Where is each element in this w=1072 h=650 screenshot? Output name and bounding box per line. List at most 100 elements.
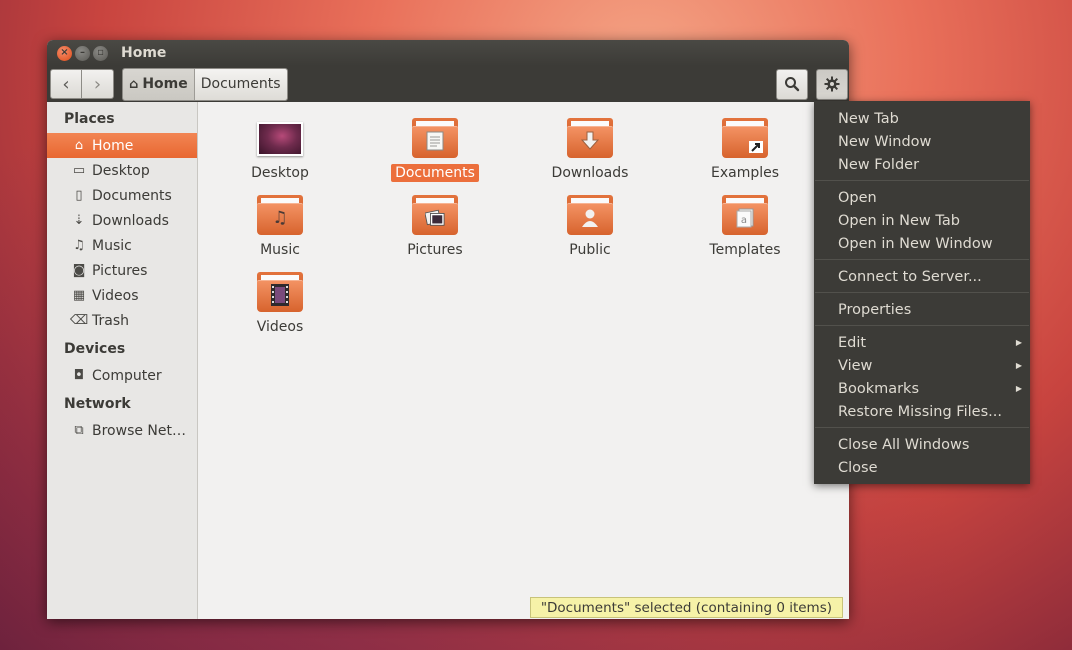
menu-item-label: Connect to Server... [838, 268, 982, 285]
folder-icon: a [722, 195, 768, 235]
file-name: Templates [709, 242, 781, 258]
window-minimize-button[interactable]: – [75, 45, 90, 61]
submenu-arrow-icon: ▶ [1015, 384, 1022, 393]
breadcrumb-home[interactable]: ⌂ Home [123, 68, 195, 100]
menu-item-label: Close [838, 459, 878, 476]
settings-menu: New Tab New Window New Folder Open Open … [814, 101, 1030, 484]
sidebar-section-places: Places [64, 111, 115, 127]
sidebar-item-label: Music [92, 237, 132, 254]
folder-icon [722, 118, 768, 158]
folder-icon [412, 118, 458, 158]
title-bar: × – ▫ Home [47, 40, 849, 66]
file-item-documents[interactable]: Documents [375, 118, 495, 182]
menu-item-label: Close All Windows [838, 436, 970, 453]
window-close-button[interactable]: × [57, 45, 72, 61]
file-item-templates[interactable]: a Templates [685, 195, 805, 259]
menu-item-label: View [838, 357, 873, 374]
menu-item-view[interactable]: View ▶ [814, 354, 1030, 377]
menu-item-open-in-new-tab[interactable]: Open in New Tab [814, 209, 1030, 232]
breadcrumb-documents[interactable]: Documents [194, 68, 287, 100]
document-icon: ▯ [75, 188, 83, 203]
folder-icon [567, 118, 613, 158]
menu-item-new-folder[interactable]: New Folder [814, 153, 1030, 176]
window-maximize-button[interactable]: ▫ [93, 45, 108, 61]
home-icon: ⌂ [74, 138, 84, 153]
breadcrumb: ⌂ Home Documents [122, 67, 288, 101]
sidebar-item-home[interactable]: ⌂ Home [47, 133, 197, 158]
back-button[interactable]: ‹ [50, 69, 82, 99]
file-name: Desktop [251, 165, 309, 181]
film-icon [270, 284, 290, 306]
search-icon [785, 77, 800, 92]
gear-icon [824, 76, 840, 92]
menu-item-connect-to-server[interactable]: Connect to Server... [814, 265, 1030, 288]
file-item-examples[interactable]: Examples [685, 118, 805, 182]
sidebar-item-label: Documents [92, 187, 172, 204]
submenu-arrow-icon: ▶ [1015, 361, 1022, 370]
sidebar-item-label: Home [92, 137, 134, 154]
home-icon: ⌂ [129, 76, 139, 92]
menu-item-label: Properties [838, 301, 912, 318]
file-item-videos[interactable]: Videos [220, 272, 340, 336]
menu-item-label: Open [838, 189, 877, 206]
status-bar: "Documents" selected (containing 0 items… [529, 597, 843, 618]
sidebar: Places ⌂ Home ▭ Desktop ▯ Documents ⇣ Do… [47, 102, 198, 619]
trash-icon: ⌫ [69, 313, 89, 328]
sidebar-item-label: Videos [92, 287, 139, 304]
sidebar-item-documents[interactable]: ▯ Documents [47, 183, 197, 208]
search-button[interactable] [776, 68, 808, 100]
menu-item-properties[interactable]: Properties [814, 298, 1030, 321]
menu-item-new-tab[interactable]: New Tab [814, 107, 1030, 130]
sidebar-item-label: Downloads [92, 212, 169, 229]
menu-item-restore-missing-files[interactable]: Restore Missing Files... [814, 400, 1030, 423]
sidebar-item-trash[interactable]: ⌫ Trash [47, 308, 197, 333]
sidebar-item-videos[interactable]: ▦ Videos [47, 283, 197, 308]
desktop-thumbnail-icon [257, 122, 303, 156]
menu-item-new-window[interactable]: New Window [814, 130, 1030, 153]
file-item-desktop[interactable]: Desktop [220, 118, 340, 182]
breadcrumb-documents-label: Documents [200, 76, 281, 92]
file-name: Music [260, 242, 300, 258]
breadcrumb-home-label: Home [142, 76, 188, 92]
file-name: Videos [256, 319, 304, 335]
menu-item-edit[interactable]: Edit ▶ [814, 331, 1030, 354]
menu-separator [815, 259, 1029, 260]
file-item-downloads[interactable]: Downloads [530, 118, 650, 182]
navigation-buttons: ‹ › [50, 69, 114, 99]
menu-item-bookmarks[interactable]: Bookmarks ▶ [814, 377, 1030, 400]
back-arrow-icon: ‹ [62, 73, 70, 95]
forward-arrow-icon: › [93, 73, 102, 95]
menu-item-close[interactable]: Close [814, 456, 1030, 479]
camera-icon: ◙ [72, 263, 86, 278]
network-icon: ⧉ [74, 423, 84, 438]
desktop-icon: ▭ [72, 163, 86, 178]
window-title: Home [121, 45, 167, 61]
sidebar-item-music[interactable]: ♫ Music [47, 233, 197, 258]
document-icon [425, 130, 445, 152]
file-item-music[interactable]: ♫ Music [220, 195, 340, 259]
menu-item-open-in-new-window[interactable]: Open in New Window [814, 232, 1030, 255]
settings-button[interactable] [816, 68, 848, 100]
picture-icon [425, 207, 445, 229]
file-item-public[interactable]: Public [530, 195, 650, 259]
menu-item-label: Bookmarks [838, 380, 920, 397]
file-name: Downloads [551, 165, 629, 181]
file-item-pictures[interactable]: Pictures [375, 195, 495, 259]
sidebar-item-browse-network[interactable]: ⧉ Browse Net… [47, 418, 197, 443]
sidebar-section-network: Network [64, 396, 131, 412]
submenu-arrow-icon: ▶ [1015, 338, 1022, 347]
menu-item-open[interactable]: Open [814, 186, 1030, 209]
file-name: Documents [391, 164, 479, 182]
music-icon: ♫ [272, 208, 288, 228]
sidebar-item-desktop[interactable]: ▭ Desktop [47, 158, 197, 183]
sidebar-item-pictures[interactable]: ◙ Pictures [47, 258, 197, 283]
link-icon [748, 140, 764, 154]
sidebar-item-computer[interactable]: ◘ Computer [47, 363, 197, 388]
forward-button[interactable]: › [82, 69, 114, 99]
file-manager-window: × – ▫ Home ‹ › ⌂ Home Documents Places ⌂… [47, 40, 849, 619]
menu-separator [815, 180, 1029, 181]
sidebar-item-label: Pictures [92, 262, 148, 279]
menu-item-close-all-windows[interactable]: Close All Windows [814, 433, 1030, 456]
sidebar-item-downloads[interactable]: ⇣ Downloads [47, 208, 197, 233]
template-icon: a [735, 207, 755, 229]
